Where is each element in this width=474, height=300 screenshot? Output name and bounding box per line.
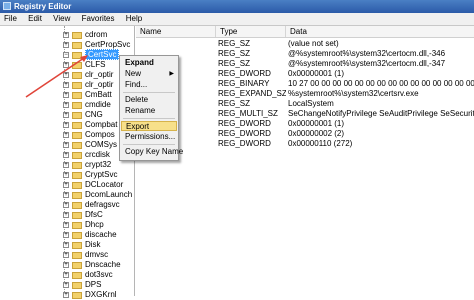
context-menu: Expand New ▶ Find... Delete Rename Export… (119, 55, 183, 161)
annotation-arrow (25, 55, 88, 98)
menu-item-copy-key-name[interactable]: Copy Key Name (121, 147, 183, 157)
menu-item-find[interactable]: Find... (121, 80, 177, 90)
menu-item-rename[interactable]: Rename (121, 106, 177, 116)
menu-item-export[interactable]: Export (121, 121, 177, 131)
submenu-arrow-icon: ▶ (169, 71, 174, 77)
menu-item-permissions[interactable]: Permissions... (121, 132, 177, 142)
menu-separator (123, 144, 175, 145)
menu-item-expand[interactable]: Expand (121, 58, 177, 68)
menu-separator (123, 118, 175, 119)
menu-item-delete[interactable]: Delete (121, 95, 177, 105)
menu-separator (123, 92, 175, 93)
menu-item-new[interactable]: New ▶ (121, 69, 177, 79)
